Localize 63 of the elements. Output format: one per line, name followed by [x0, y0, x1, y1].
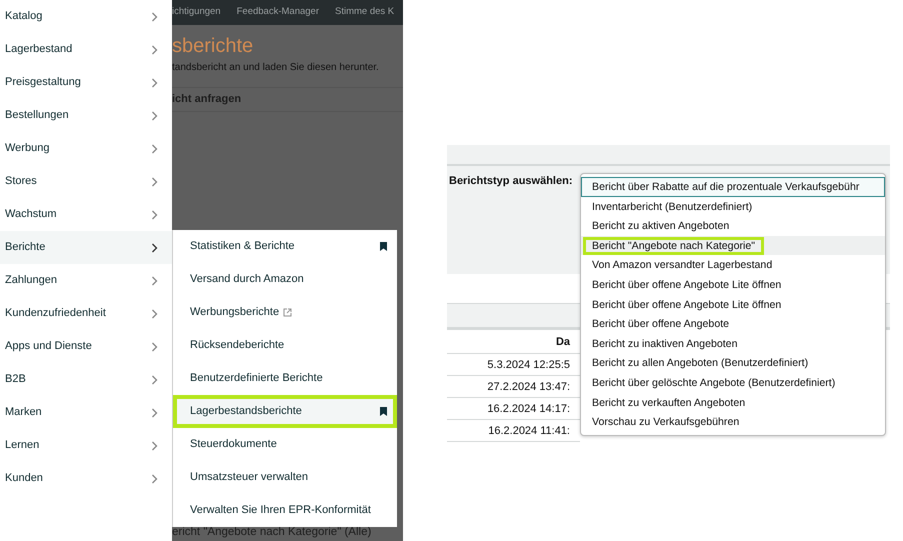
- submenu-item[interactable]: Lagerbestandsberichte: [173, 395, 397, 428]
- chevron-right-icon: [151, 110, 158, 120]
- page-description: tandsbericht an und laden Sie diesen herunter.: [172, 61, 380, 75]
- dropdown-option[interactable]: Bericht zu verkauften Angeboten: [581, 392, 885, 412]
- submenu-item[interactable]: Rücksendeberichte: [173, 329, 397, 362]
- sidebar-item[interactable]: Kundenzufriedenheit: [0, 297, 172, 330]
- chevron-right-icon: [151, 12, 158, 22]
- dropdown-option[interactable]: Von Amazon versandter Lagerbestand: [581, 255, 885, 275]
- chevron-right-icon: [151, 44, 158, 54]
- sidebar-item[interactable]: Lagerbestand: [0, 33, 172, 66]
- dropdown-option[interactable]: Bericht zu aktiven Angeboten: [581, 216, 885, 236]
- dropdown-option[interactable]: Bericht über Rabatte auf die prozentuale Verkaufsgebühr: [581, 177, 885, 197]
- chevron-right-icon: [151, 440, 158, 450]
- submenu-item[interactable]: Steuerdokumente: [173, 428, 397, 461]
- dropdown-option[interactable]: Vorschau zu Verkaufsgebühren: [581, 412, 885, 432]
- section-title: icht anfragen: [172, 92, 242, 108]
- dropdown-option[interactable]: Bericht zu allen Angeboten (Benutzerdefiniert): [581, 353, 885, 373]
- sidebar-item[interactable]: Katalog: [0, 0, 172, 33]
- dropdown-option[interactable]: Bericht über offene Angebote: [581, 314, 885, 334]
- submenu-item[interactable]: Versand durch Amazon: [173, 263, 397, 296]
- chevron-right-icon: [151, 176, 158, 186]
- sidebar-item[interactable]: Wachstum: [0, 198, 172, 231]
- sidebar-item[interactable]: Kunden: [0, 462, 172, 495]
- dropdown-option[interactable]: Bericht über offene Angebote Lite öffnen: [581, 274, 885, 295]
- sidebar-item[interactable]: Marken: [0, 396, 172, 429]
- field-label: Berichtstyp auswählen:: [449, 175, 572, 187]
- dropdown-option[interactable]: Bericht "Angebote nach Kategorie": [581, 236, 885, 256]
- sidebar-item[interactable]: Bestellungen: [0, 99, 172, 132]
- nav-tab[interactable]: Feedback-Manager: [236, 5, 319, 20]
- chevron-right-icon: [151, 342, 158, 352]
- dropdown-option[interactable]: Bericht zu inaktiven Angeboten: [581, 334, 885, 354]
- sidebar-item[interactable]: Zahlungen: [0, 264, 172, 297]
- chevron-right-icon: [151, 242, 158, 252]
- submenu-item[interactable]: Werbungsberichte: [173, 296, 397, 329]
- chevron-right-icon: [151, 474, 158, 484]
- sidebar-item[interactable]: Werbung: [0, 132, 172, 165]
- chevron-right-icon: [151, 374, 158, 384]
- chevron-right-icon: [151, 276, 158, 286]
- nav-tab[interactable]: ichtigungen: [172, 5, 221, 20]
- submenu-item[interactable]: Statistiken & Berichte: [173, 230, 397, 263]
- chevron-right-icon: [151, 408, 158, 418]
- submenu-item[interactable]: Benutzerdefinierte Berichte: [173, 362, 397, 395]
- bookmark-icon[interactable]: [380, 407, 387, 416]
- chevron-right-icon: [151, 210, 158, 220]
- nav-tab[interactable]: Stimme des K: [335, 5, 394, 20]
- chevron-right-icon: [151, 144, 158, 154]
- dropdown-option[interactable]: Inventarbericht (Benutzerdefiniert): [581, 196, 885, 216]
- chevron-right-icon: [151, 78, 158, 88]
- sidebar-item[interactable]: Stores: [0, 165, 172, 198]
- submenu-item[interactable]: Verwalten Sie Ihren EPR-Konformität: [173, 494, 397, 527]
- table-cell: 16.2.2024 11:41:: [447, 420, 580, 442]
- page-heading: sberichte: [172, 34, 254, 59]
- submenu-item[interactable]: Umsatzsteuer verwalten: [173, 461, 397, 494]
- dropdown-option[interactable]: Bericht über offene Angebote Lite öffnen: [581, 294, 885, 314]
- sidebar-item[interactable]: Apps und Dienste: [0, 330, 172, 363]
- sidebar-item[interactable]: Lernen: [0, 429, 172, 462]
- chevron-right-icon: [151, 308, 158, 318]
- bookmark-icon[interactable]: [380, 242, 387, 251]
- sidebar-item[interactable]: Berichte: [0, 231, 172, 264]
- dropdown-option[interactable]: Bericht über gelöschte Angebote (Benutzerdefiniert): [581, 372, 885, 393]
- footer-text: ericht "Angebote nach Kategorie" (Alle): [172, 525, 372, 540]
- sidebar-item[interactable]: B2B: [0, 363, 172, 396]
- sidebar-item[interactable]: Preisgestaltung: [0, 66, 172, 99]
